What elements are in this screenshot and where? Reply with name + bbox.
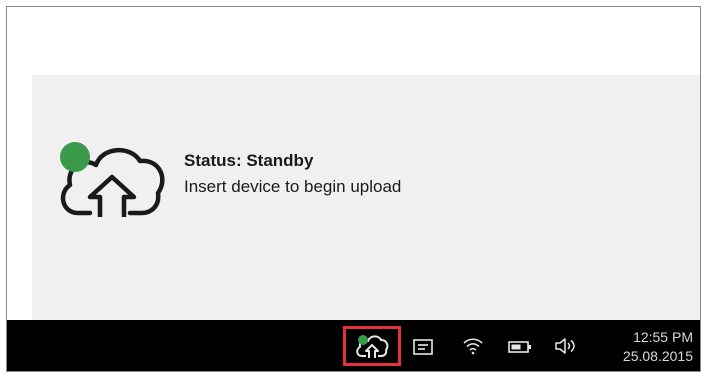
tray-upload-button[interactable]	[343, 326, 401, 366]
taskbar: 12:55 PM 25.08.2015	[7, 320, 700, 371]
action-center-icon	[413, 339, 433, 355]
upload-status-flyout: Status: Standby Insert device to begin u…	[32, 75, 700, 320]
tray-volume-button[interactable]	[551, 333, 581, 359]
clock-time: 12:55 PM	[633, 329, 693, 345]
battery-icon	[508, 341, 531, 353]
wifi-icon	[463, 338, 483, 355]
cloud-upload-icon	[356, 335, 389, 358]
status-message: Insert device to begin upload	[184, 177, 402, 196]
taskbar-clock[interactable]: 12:55 PM 25.08.2015	[601, 328, 693, 366]
volume-icon	[555, 338, 575, 354]
status-indicator-dot	[60, 142, 90, 172]
tray-battery-button[interactable]	[505, 334, 535, 360]
tray-wifi-button[interactable]	[459, 333, 487, 359]
tray-action-center-button[interactable]	[409, 334, 437, 360]
screen-frame: Status: Standby Insert device to begin u…	[6, 6, 701, 372]
status-title: Status: Standby	[184, 151, 314, 170]
status-text-block: Status: Standby Insert device to begin u…	[184, 149, 401, 201]
clock-date: 25.08.2015	[622, 348, 693, 364]
cloud-upload-status-icon	[60, 142, 165, 217]
